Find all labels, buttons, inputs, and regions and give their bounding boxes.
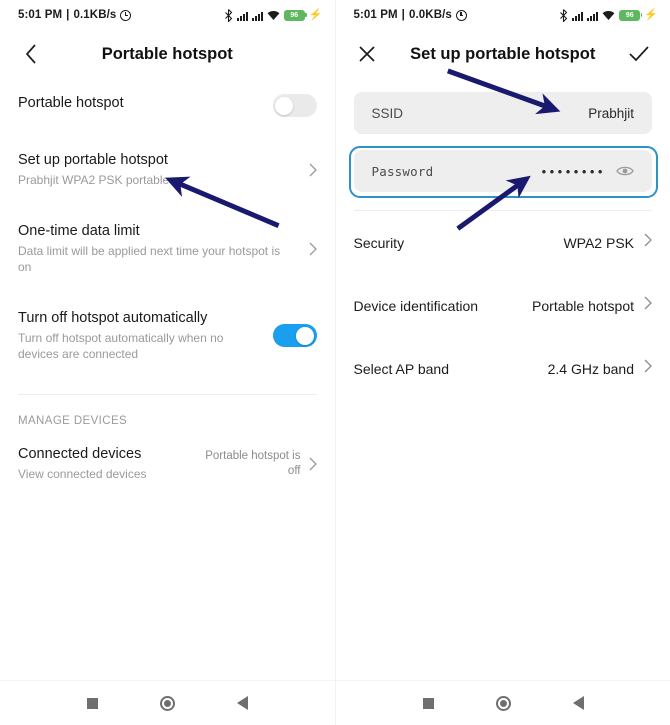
battery-level: 96 (625, 11, 634, 19)
left-app-bar: Portable hotspot (0, 30, 335, 78)
signal-icon (251, 10, 263, 21)
bluetooth-icon (560, 8, 568, 22)
signal-icon (572, 10, 584, 21)
row-security[interactable]: Security WPA2 PSK (354, 211, 653, 252)
battery-icon: 96 (283, 9, 307, 21)
status-separator: | (66, 9, 70, 21)
row-select-ap-band[interactable]: Select AP band 2.4 GHz band (354, 315, 653, 378)
status-bar-icons-left: 96 ⚡ (224, 8, 323, 22)
bluetooth-icon (224, 8, 233, 22)
right-screen-set-up-hotspot: 5:01 PM | 0.0KB/s 96 ⚡ Set up portable h… (334, 0, 670, 725)
row-texts: Turn off hotspot automatically Turn off … (18, 309, 273, 362)
page-title: Set up portable hotspot (410, 44, 596, 63)
circle-home-icon[interactable] (495, 695, 511, 711)
device-identification-value: Portable hotspot (532, 297, 634, 314)
status-separator: | (401, 9, 405, 21)
battery-icon: 96 (619, 9, 643, 21)
row-title: Set up portable hotspot (18, 152, 168, 168)
signal-icon (236, 10, 248, 21)
left-settings-list: Portable hotspot Set up portable hotspot… (0, 78, 335, 494)
chevron-right-icon (301, 457, 317, 471)
row-turn-off-hotspot-automatically[interactable]: Turn off hotspot automatically Turn off … (18, 287, 317, 374)
check-icon[interactable] (626, 41, 652, 67)
wifi-icon (602, 10, 615, 20)
signal-icon (587, 10, 599, 21)
status-bar-right: 5:01 PM | 0.0KB/s 96 ⚡ (336, 0, 670, 30)
toggle-knob (296, 326, 314, 345)
row-connected-devices[interactable]: Connected devices View connected devices… (18, 429, 317, 494)
password-field-highlight (348, 146, 658, 198)
row-subtitle: View connected devices (18, 467, 147, 481)
nav-bar-left (0, 680, 335, 725)
section-header-manage-devices: MANAGE DEVICES (18, 415, 128, 427)
status-bar-icons-right: 96 ⚡ (559, 8, 658, 22)
square-recents-icon[interactable] (87, 697, 98, 709)
auto-turn-off-toggle[interactable] (272, 324, 317, 347)
status-time: 5:01 PM (18, 9, 63, 21)
chevron-right-icon (644, 359, 652, 378)
charging-bolt-icon: ⚡ (644, 8, 658, 21)
square-recents-icon[interactable] (422, 697, 434, 709)
status-network-speed: 0.1KB/s (73, 9, 117, 21)
wifi-icon (267, 10, 280, 20)
charging-bolt-icon: ⚡ (308, 8, 323, 21)
chevron-right-icon (301, 242, 317, 256)
back-chevron-icon[interactable] (18, 41, 44, 67)
row-device-identification[interactable]: Device identification Portable hotspot (354, 252, 653, 315)
status-bar-right-info: 5:01 PM | 0.0KB/s (354, 9, 467, 21)
security-label: Security (353, 234, 405, 251)
row-texts: Portable hotspot (18, 94, 273, 112)
status-bar-left: 5:01 PM | 0.1KB/s 96 ⚡ (0, 0, 335, 30)
row-subtitle: Turn off hotspot automatically when no d… (18, 331, 224, 361)
ssid-value: Prabhjit (588, 105, 634, 121)
chevron-right-icon (644, 296, 652, 315)
device-identification-label: Device identification (353, 297, 479, 314)
chevron-right-icon (644, 233, 652, 252)
ssid-label: SSID (371, 105, 404, 121)
row-subtitle: Prabhjit WPA2 PSK portable (18, 173, 170, 187)
page-title: Portable hotspot (101, 44, 233, 63)
left-screen-portable-hotspot: 5:01 PM | 0.1KB/s 96 ⚡ Portable hotspot (0, 0, 335, 725)
battery-level: 96 (290, 11, 299, 19)
connected-devices-status: Portable hotspot is off (205, 449, 301, 477)
chevron-right-icon (301, 163, 317, 177)
triangle-back-icon[interactable] (237, 696, 248, 710)
row-one-time-data-limit[interactable]: One-time data limit Data limit will be a… (18, 200, 317, 287)
alarm-clock-icon (120, 9, 132, 21)
nav-bar-right (335, 680, 670, 725)
row-portable-hotspot[interactable]: Portable hotspot (18, 78, 317, 129)
row-set-up-portable-hotspot[interactable]: Set up portable hotspot Prabhjit WPA2 PS… (18, 129, 317, 200)
row-texts: Set up portable hotspot Prabhjit WPA2 PS… (18, 151, 301, 188)
close-x-icon[interactable] (354, 41, 380, 67)
row-title: Turn off hotspot automatically (18, 310, 208, 326)
circle-home-icon[interactable] (160, 695, 175, 711)
row-subtitle: Data limit will be applied next time you… (18, 244, 281, 274)
select-ap-band-label: Select AP band (353, 360, 449, 377)
toggle-knob (275, 96, 293, 115)
status-time: 5:01 PM (353, 9, 398, 21)
status-network-speed: 0.0KB/s (409, 9, 452, 21)
row-title: Connected devices (18, 446, 142, 462)
status-bar-left-info: 5:01 PM | 0.1KB/s (18, 9, 132, 21)
dual-screenshot: 5:01 PM | 0.1KB/s 96 ⚡ Portable hotspot (0, 0, 670, 725)
portable-hotspot-toggle[interactable] (272, 94, 317, 117)
right-app-bar: Set up portable hotspot (336, 30, 670, 78)
row-texts: One-time data limit Data limit will be a… (18, 222, 301, 275)
select-ap-band-value: 2.4 GHz band (547, 360, 634, 377)
ssid-field[interactable]: SSID Prabhjit (353, 92, 652, 134)
triangle-back-icon[interactable] (572, 696, 584, 710)
row-texts: Connected devices View connected devices (18, 445, 205, 482)
row-title: One-time data limit (18, 223, 140, 239)
security-value: WPA2 PSK (563, 234, 634, 251)
alarm-clock-icon (455, 9, 467, 21)
row-title: Portable hotspot (18, 95, 124, 111)
